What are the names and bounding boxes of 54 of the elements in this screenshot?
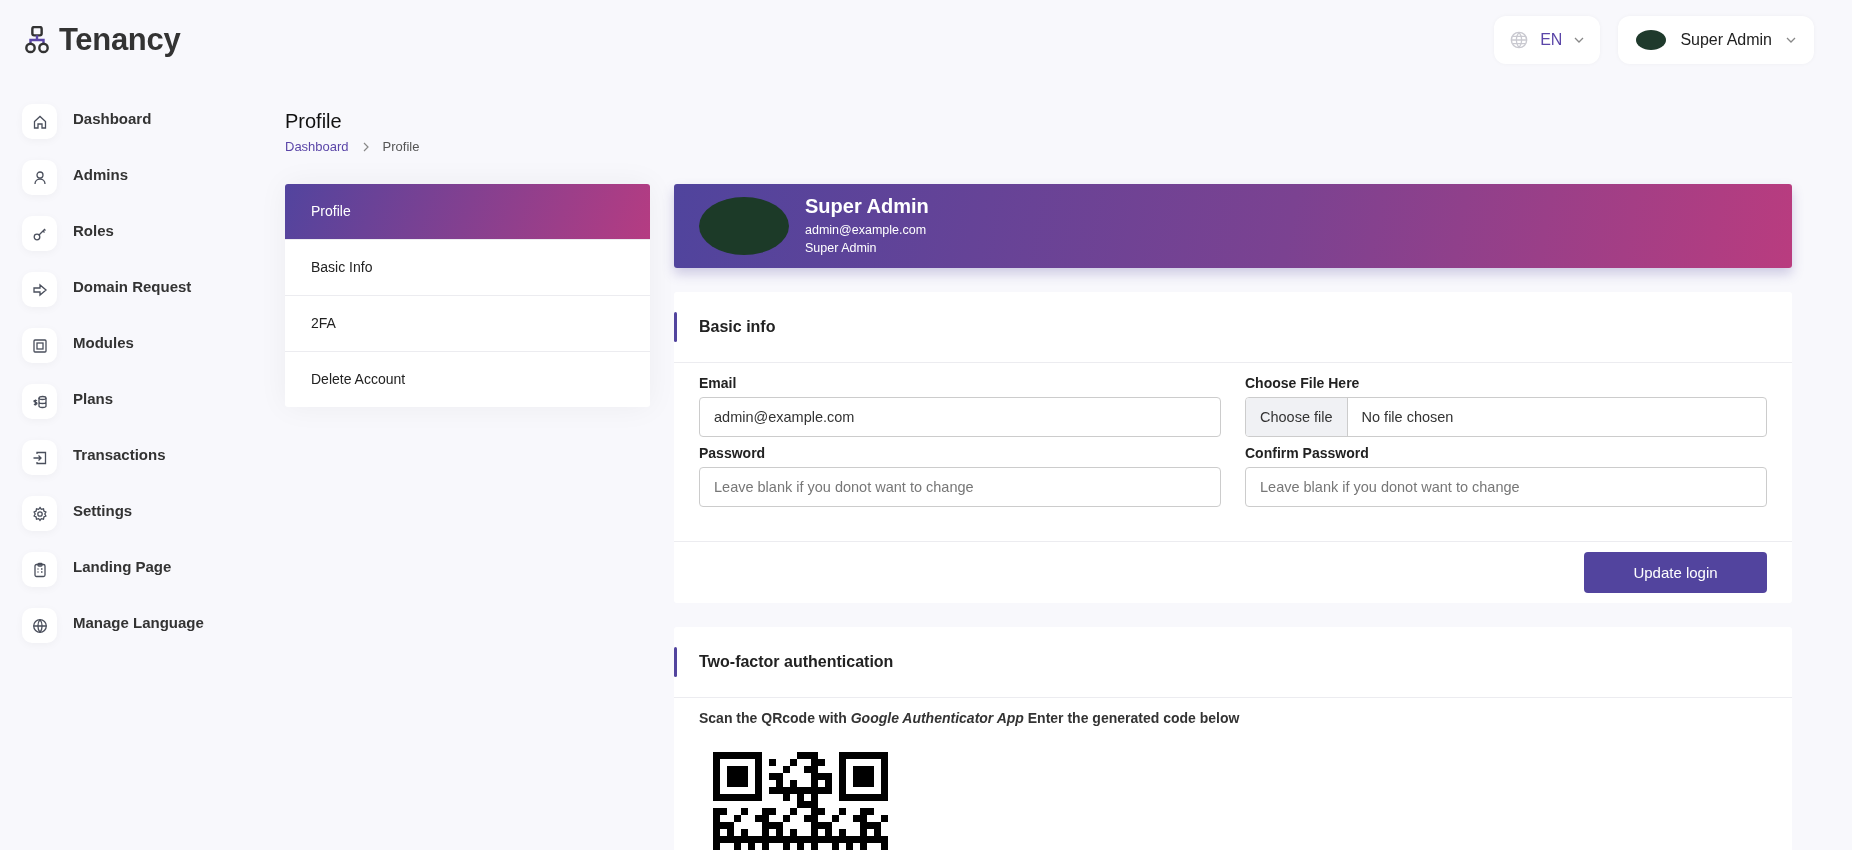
coins-icon xyxy=(31,393,48,410)
profile-menu-item[interactable]: Delete Account xyxy=(285,352,650,407)
arrow-right-icon xyxy=(31,281,48,298)
sidebar-item[interactable]: Roles xyxy=(22,216,285,251)
password-field[interactable]: Leave blank if you donot want to change xyxy=(1245,467,1767,507)
logo-icon xyxy=(24,26,50,54)
section-accent-bar xyxy=(674,312,677,342)
file-input[interactable]: Choose file No file chosen xyxy=(1245,397,1767,437)
choose-file-button[interactable]: Choose file xyxy=(1246,398,1348,436)
settings-icon xyxy=(31,505,48,522)
chevron-right-icon xyxy=(362,141,369,152)
profile-menu-item[interactable]: Basic Info xyxy=(285,240,650,296)
breadcrumb-current: Profile xyxy=(382,139,420,154)
file-status: No file chosen xyxy=(1360,408,1455,427)
sidebar-item[interactable]: Landing Page xyxy=(22,552,285,587)
field-label: Choose File Here xyxy=(1245,375,1361,391)
brand-name: Tenancy xyxy=(59,22,181,58)
globe-icon xyxy=(1510,31,1529,49)
sidebar-item[interactable]: Settings xyxy=(22,496,285,531)
square-icon xyxy=(31,337,48,354)
user-icon xyxy=(31,169,48,186)
user-menu[interactable]: Super Admin xyxy=(1618,16,1814,64)
update-login-button[interactable]: Update login xyxy=(1584,552,1767,593)
login-icon xyxy=(31,449,48,466)
sidebar-item[interactable]: Dashboard xyxy=(22,104,285,139)
section-accent-bar xyxy=(674,647,677,677)
card-title: Basic info xyxy=(699,318,776,336)
page-title: Profile xyxy=(285,110,343,133)
sidebar-item[interactable]: Manage Language xyxy=(22,608,285,643)
sidebar-item[interactable]: Transactions xyxy=(22,440,285,475)
field-label: Confirm Password xyxy=(1245,445,1370,461)
avatar xyxy=(1636,30,1667,50)
profile-email: admin@example.com xyxy=(805,222,928,239)
sidebar-item[interactable]: Domain Request xyxy=(22,272,285,307)
profile-name: Super Admin xyxy=(805,195,929,218)
input-field[interactable]: admin@example.com xyxy=(699,397,1221,437)
language-dropdown[interactable]: EN xyxy=(1494,16,1601,64)
profile-menu-item[interactable]: 2FA xyxy=(285,296,650,352)
card-title: Two-factor authentication xyxy=(699,653,894,671)
home-icon xyxy=(31,113,48,130)
sidebar-item[interactable]: Admins xyxy=(22,160,285,195)
field-label: Email xyxy=(699,375,738,391)
instruction-text: Scan the QRcode with Google Authenticator App Enter the generated code below xyxy=(699,710,1241,726)
profile-role: Super Admin xyxy=(805,240,878,257)
sidebar-item[interactable]: Modules xyxy=(22,328,285,363)
profile-menu-item[interactable]: Profile xyxy=(285,184,650,240)
sidebar-item[interactable]: Plans xyxy=(22,384,285,419)
clipboard-icon xyxy=(31,561,48,578)
field-label: Password xyxy=(699,445,767,461)
chevron-down-icon xyxy=(1574,37,1585,43)
chevron-down-icon xyxy=(1786,37,1796,43)
globe-icon xyxy=(31,617,48,634)
password-field[interactable]: Leave blank if you donot want to change xyxy=(699,467,1221,507)
breadcrumb-link[interactable]: Dashboard xyxy=(285,139,349,154)
